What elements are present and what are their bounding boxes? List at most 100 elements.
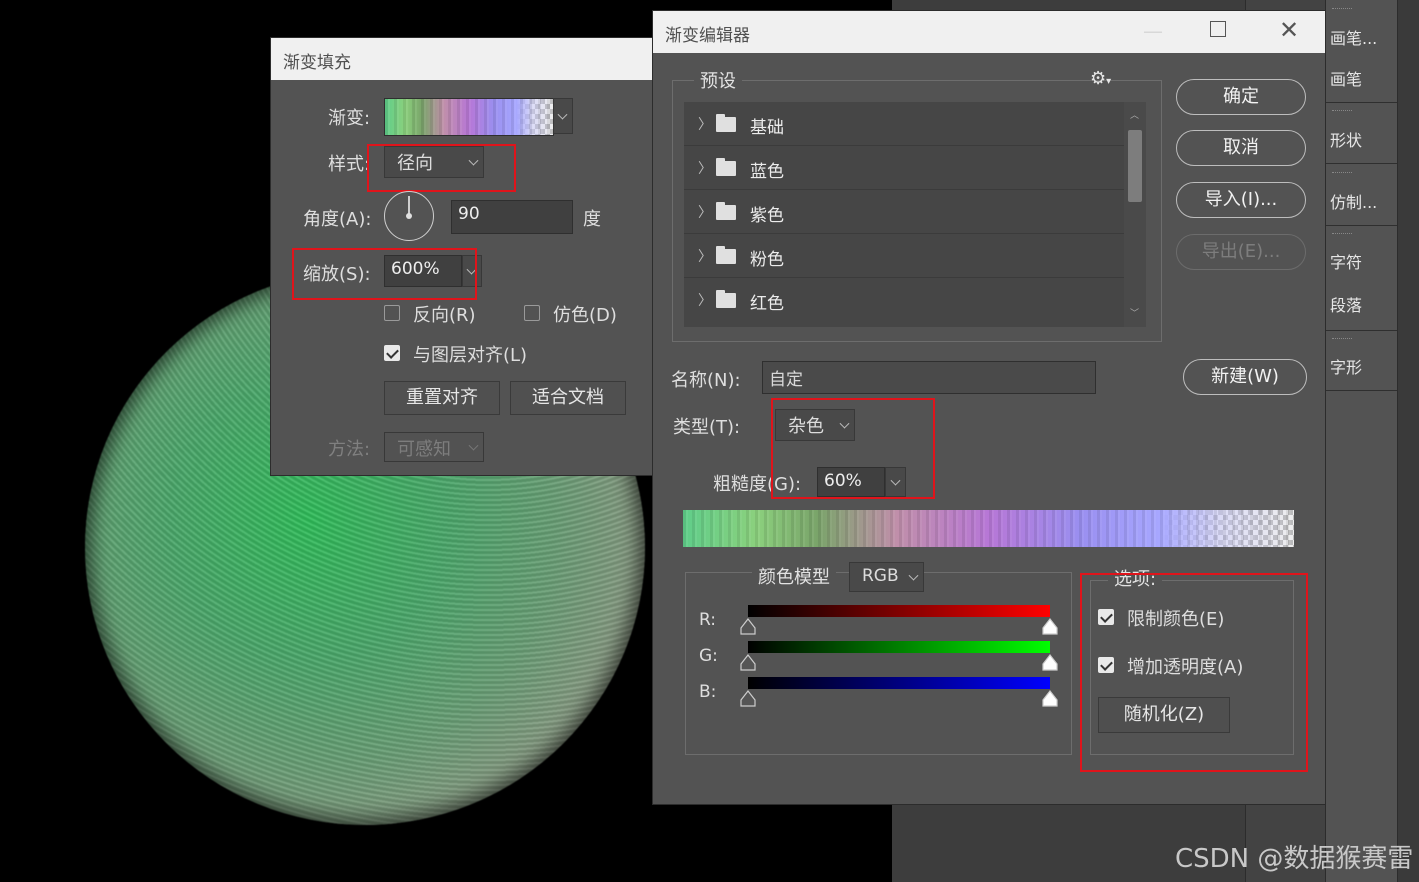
color-model-value: RGB xyxy=(862,566,899,586)
highlight-box-options xyxy=(1080,573,1308,772)
folder-icon xyxy=(716,202,736,220)
gradient-fill-titlebar[interactable]: 渐变填充 xyxy=(271,38,671,80)
ok-button[interactable]: 确定 xyxy=(1176,79,1306,115)
export-button[interactable]: 导出(E)... xyxy=(1176,234,1306,270)
gradient-editor-title: 渐变编辑器 xyxy=(665,26,750,46)
gradient-bar[interactable] xyxy=(683,510,1294,547)
type-label: 类型(T): xyxy=(673,417,741,438)
panel-item-glyphs[interactable]: 字形 xyxy=(1330,354,1362,378)
gear-icon[interactable]: ⚙▾ xyxy=(1090,68,1111,89)
style-label: 样式: xyxy=(328,154,371,175)
gradient-fill-title: 渐变填充 xyxy=(283,53,351,73)
gradient-picker-dropdown[interactable] xyxy=(553,98,573,134)
panel-item-brushes[interactable]: 画笔 xyxy=(1330,66,1362,90)
fit-document-button[interactable]: 适合文档 xyxy=(510,381,626,415)
angle-label: 角度(A): xyxy=(303,209,372,230)
panel-item-paragraph[interactable]: 段落 xyxy=(1330,292,1362,316)
preset-folder-name: 红色 xyxy=(750,294,784,314)
reverse-label: 反向(R) xyxy=(413,305,476,326)
preset-folder-name: 紫色 xyxy=(750,206,784,226)
import-button[interactable]: 导入(I)... xyxy=(1176,182,1306,218)
preset-folder-row[interactable]: 〉 粉色 xyxy=(684,234,1124,278)
align-with-layer-checkbox[interactable] xyxy=(384,345,400,361)
gradient-preview-swatch[interactable] xyxy=(384,98,554,136)
preset-folder-row[interactable]: 〉 紫色 xyxy=(684,190,1124,234)
presets-scrollbar[interactable]: ︿ ﹀ xyxy=(1124,102,1146,327)
panel-grip[interactable] xyxy=(1332,338,1352,342)
dither-label: 仿色(D) xyxy=(553,305,617,326)
highlight-box-type-roughness xyxy=(771,398,935,499)
panel-grip[interactable] xyxy=(1332,233,1352,237)
method-label: 方法: xyxy=(328,439,371,460)
name-input[interactable]: 自定 xyxy=(762,361,1096,394)
color-model-select[interactable]: RGB xyxy=(849,562,924,592)
preset-folder-name: 粉色 xyxy=(750,250,784,270)
watermark-text: CSDN @数据猴赛雷 xyxy=(1175,844,1414,874)
blue-channel-track[interactable] xyxy=(748,677,1050,689)
color-model-label: 颜色模型 xyxy=(752,563,836,589)
channel-r-label: R: xyxy=(699,610,717,630)
preset-folder-name: 基础 xyxy=(750,118,784,138)
presets-label: 预设 xyxy=(694,67,742,93)
far-right-panel-edge xyxy=(1397,0,1419,882)
chevron-right-icon[interactable]: 〉 xyxy=(698,246,712,266)
panel-grip[interactable] xyxy=(1332,110,1352,114)
channel-b-label: B: xyxy=(699,682,717,702)
name-label: 名称(N): xyxy=(671,370,741,391)
folder-icon xyxy=(716,114,736,132)
chevron-right-icon[interactable]: 〉 xyxy=(698,114,712,134)
folder-icon xyxy=(716,158,736,176)
chevron-right-icon[interactable]: 〉 xyxy=(698,202,712,222)
angle-unit: 度 xyxy=(583,209,601,230)
cancel-button[interactable]: 取消 xyxy=(1176,130,1306,166)
angle-input[interactable]: 90 xyxy=(451,200,573,234)
presets-list[interactable]: 〉 基础 〉 蓝色 〉 紫色 〉 粉色 〉 红色 xyxy=(684,102,1124,327)
scrollbar-thumb[interactable] xyxy=(1128,130,1142,202)
noise-overlay xyxy=(385,99,553,135)
scroll-up-icon[interactable]: ︿ xyxy=(1130,108,1139,121)
angle-dial[interactable] xyxy=(384,191,434,241)
reverse-checkbox[interactable] xyxy=(384,305,400,321)
gradient-editor-titlebar[interactable]: 渐变编辑器 — ✕ xyxy=(653,11,1325,53)
panel-item-clone-source[interactable]: 仿制... xyxy=(1330,189,1377,213)
folder-icon xyxy=(716,246,736,264)
collapsed-panels-column: 画笔... 画笔 形状 仿制... 字符 段落 字形 xyxy=(1325,0,1398,882)
highlight-box-scale xyxy=(292,248,477,300)
highlight-box-style xyxy=(367,144,516,192)
chevron-down-icon xyxy=(468,440,479,451)
preset-folder-name: 蓝色 xyxy=(750,162,784,182)
panel-grip[interactable] xyxy=(1332,172,1352,176)
panel-divider xyxy=(1326,390,1398,391)
method-select[interactable]: 可感知 xyxy=(384,432,484,462)
chevron-down-icon xyxy=(557,109,568,120)
reset-align-button[interactable]: 重置对齐 xyxy=(384,381,500,415)
maximize-icon[interactable] xyxy=(1210,21,1226,37)
dither-checkbox[interactable] xyxy=(524,305,540,321)
preset-folder-row[interactable]: 〉 蓝色 xyxy=(684,146,1124,190)
method-select-value: 可感知 xyxy=(397,439,451,460)
chevron-down-icon xyxy=(908,570,919,581)
align-with-layer-label: 与图层对齐(L) xyxy=(413,345,528,366)
noise-overlay xyxy=(683,510,1294,547)
panel-divider xyxy=(1326,330,1398,331)
scroll-down-icon[interactable]: ﹀ xyxy=(1130,306,1139,319)
preset-folder-row[interactable]: 〉 基础 xyxy=(684,102,1124,146)
panel-divider xyxy=(1326,225,1398,226)
panel-item-character[interactable]: 字符 xyxy=(1330,249,1362,273)
panel-item-brush-settings[interactable]: 画笔... xyxy=(1330,25,1377,49)
red-channel-track[interactable] xyxy=(748,605,1050,617)
close-icon[interactable]: ✕ xyxy=(1279,16,1299,44)
green-channel-track[interactable] xyxy=(748,641,1050,653)
preset-folder-row[interactable]: 〉 红色 xyxy=(684,278,1124,321)
panel-divider xyxy=(1326,163,1398,164)
minimize-icon[interactable]: — xyxy=(1143,19,1163,43)
panel-divider xyxy=(1326,102,1398,103)
channel-g-label: G: xyxy=(699,646,718,666)
panel-item-shapes[interactable]: 形状 xyxy=(1330,127,1362,151)
panel-grip[interactable] xyxy=(1332,8,1352,12)
angle-dial-center xyxy=(406,213,412,219)
chevron-right-icon[interactable]: 〉 xyxy=(698,158,712,178)
new-button[interactable]: 新建(W) xyxy=(1183,359,1307,395)
chevron-right-icon[interactable]: 〉 xyxy=(698,290,712,310)
gradient-label: 渐变: xyxy=(328,108,371,129)
